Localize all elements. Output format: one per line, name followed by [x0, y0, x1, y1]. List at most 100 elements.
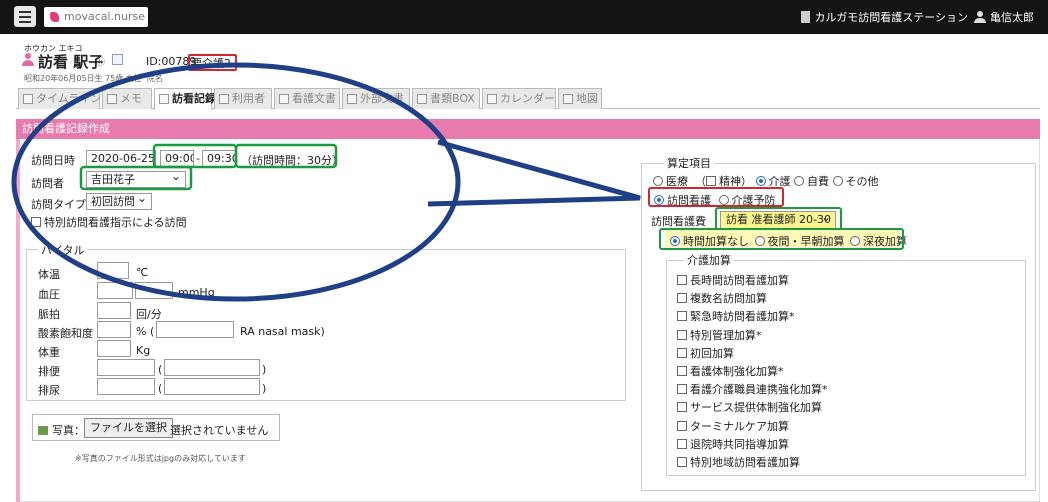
- kind-houmon-radio[interactable]: [654, 195, 664, 205]
- care-addition-checkbox[interactable]: [677, 347, 687, 358]
- link-icon[interactable]: ⓚ: [96, 55, 105, 68]
- visit-type-select[interactable]: 初回訪問: [86, 193, 152, 210]
- care-addition-item[interactable]: 退院時共同指導加算: [677, 436, 789, 452]
- patient-sub-info: 昭和20年06月05日生 75歳 女性 院名: [24, 73, 163, 84]
- patient-birth-age-sex: 昭和20年06月05日生 75歳 女性: [24, 74, 142, 83]
- hamburger-menu-button[interactable]: [14, 6, 36, 27]
- pulse-label: 脈拍: [38, 308, 60, 321]
- visit-duration: （訪問時間：30分）: [241, 154, 343, 167]
- tab-label: メモ: [120, 92, 142, 105]
- patient-avatar-icon: [22, 53, 34, 67]
- care-level-highlight: [188, 54, 237, 71]
- calc-legend: 算定項目: [664, 155, 714, 171]
- stool-note-input[interactable]: [164, 359, 260, 376]
- care-addition-item[interactable]: 特別地域訪問看護加算: [677, 454, 800, 470]
- choose-file-button[interactable]: ファイルを選択: [84, 418, 173, 438]
- urine-note-input[interactable]: [164, 378, 260, 395]
- care-addition-checkbox[interactable]: [677, 329, 687, 340]
- care-addition-item[interactable]: 長時間訪問看護加算: [677, 272, 789, 288]
- visit-date-label: 訪問日時: [31, 154, 75, 167]
- visitor-label: 訪問者: [31, 177, 64, 190]
- kind-yobo-label: 介護予防: [731, 194, 776, 207]
- payer-seishin-checkbox[interactable]: [706, 176, 716, 186]
- brand-logo[interactable]: movacal.nurse: [44, 7, 148, 27]
- care-addition-checkbox[interactable]: [677, 384, 687, 395]
- spo2-unit: % (: [136, 325, 155, 338]
- pulse-unit: 回/分: [136, 308, 162, 321]
- visit-date-input[interactable]: 2020-06-25: [86, 150, 156, 167]
- spo2-input[interactable]: [97, 321, 131, 338]
- patient-name: 訪看 駅子: [38, 53, 104, 71]
- start-time-input[interactable]: 09:00: [160, 150, 194, 167]
- care-addition-label: 長時間訪問看護加算: [690, 274, 789, 287]
- urine-paren-close: ): [262, 382, 267, 395]
- bp-systolic-input[interactable]: [97, 282, 133, 299]
- care-addition-checkbox[interactable]: [677, 420, 687, 431]
- care-addition-label: 初回加算: [690, 346, 734, 360]
- brand-mark-icon: [50, 12, 59, 22]
- care-addition-item[interactable]: 看護体制強化加算*: [677, 363, 784, 379]
- box-icon: [417, 94, 427, 104]
- urine-paren-open: (: [158, 382, 163, 395]
- tab-timeline[interactable]: タイムライン: [18, 88, 101, 109]
- tab-nursing-docs[interactable]: 看護文書: [274, 88, 340, 109]
- station-name[interactable]: カルガモ訪問看護ステーション: [815, 11, 968, 24]
- care-addition-item[interactable]: 複数名訪問加算: [677, 290, 767, 306]
- payer-jihi-label: 自費: [807, 175, 829, 188]
- care-addition-checkbox[interactable]: [677, 438, 687, 449]
- tab-calendar[interactable]: カレンダー: [482, 88, 556, 109]
- care-addition-item[interactable]: 特別管理加算*: [677, 327, 762, 343]
- payer-other-radio[interactable]: [832, 176, 843, 186]
- care-addition-label: 特別管理加算*: [690, 328, 762, 342]
- user-name[interactable]: 亀信太郎: [990, 11, 1034, 24]
- tab-document-box[interactable]: 書類BOX: [412, 88, 480, 109]
- pulse-input[interactable]: [97, 302, 131, 319]
- urine-label: 排尿: [38, 384, 60, 397]
- weight-label: 体重: [38, 346, 60, 359]
- payer-kaigo-radio[interactable]: [755, 176, 766, 186]
- care-addition-checkbox[interactable]: [677, 402, 687, 413]
- care-addition-checkbox[interactable]: [677, 293, 687, 304]
- spo2-note-input[interactable]: [156, 321, 234, 338]
- stool-count-input[interactable]: [97, 359, 155, 376]
- tab-label: 外部文書: [360, 92, 404, 105]
- care-addition-checkbox[interactable]: [677, 275, 687, 285]
- care-addition-item[interactable]: ターミナルケア加算: [677, 418, 789, 434]
- photo-row: 写真：: [38, 422, 85, 438]
- care-addition-label: 看護介護職員連携強化加算*: [690, 383, 828, 397]
- tab-visit-record[interactable]: 訪看記録: [154, 88, 216, 110]
- temp-unit: ℃: [136, 266, 149, 279]
- care-addition-item[interactable]: 緊急時訪問看護加算*: [677, 308, 795, 324]
- kind-yobo-radio[interactable]: [718, 195, 729, 205]
- stool-paren-close: ): [262, 363, 267, 376]
- care-addition-checkbox[interactable]: [677, 311, 687, 322]
- care-addition-item[interactable]: 看護介護職員連携強化加算*: [677, 381, 828, 397]
- special-instruction-checkbox[interactable]: [31, 217, 41, 227]
- id-card-icon: [219, 94, 229, 104]
- app-root: movacal.nurse カルガモ訪問看護ステーション 亀信太郎 ホウカン エキ…: [0, 0, 1048, 502]
- time-separator: -: [196, 152, 200, 165]
- window-icon[interactable]: [112, 54, 123, 65]
- patient-hospital: 院名: [146, 74, 163, 83]
- care-addition-label: サービス提供体制強化加算: [690, 401, 822, 415]
- care-addition-checkbox[interactable]: [677, 457, 687, 467]
- weight-input[interactable]: [97, 340, 131, 357]
- tab-label: 地図: [576, 92, 598, 105]
- tab-map[interactable]: 地図: [558, 88, 602, 109]
- payer-iryo-radio[interactable]: [653, 176, 663, 186]
- tab-user[interactable]: 利用者: [214, 88, 272, 109]
- tab-memo[interactable]: メモ: [102, 88, 152, 109]
- payer-jihi-radio[interactable]: [794, 176, 804, 186]
- bp-diastolic-input[interactable]: [135, 282, 173, 299]
- visitor-select[interactable]: 吉田花子: [86, 171, 186, 188]
- payer-other-label: その他: [845, 175, 879, 188]
- photo-label: 写真：: [52, 424, 85, 437]
- end-time-input[interactable]: 09:30: [202, 150, 236, 167]
- tab-external-docs[interactable]: 外部文書: [342, 88, 410, 109]
- urine-count-input[interactable]: [97, 378, 155, 395]
- temp-input[interactable]: [97, 262, 129, 279]
- care-addition-item[interactable]: 初回加算: [677, 345, 734, 361]
- file-status: 選択されていません: [170, 424, 269, 437]
- care-addition-checkbox[interactable]: [677, 366, 687, 376]
- care-addition-item[interactable]: サービス提供体制強化加算: [677, 399, 822, 415]
